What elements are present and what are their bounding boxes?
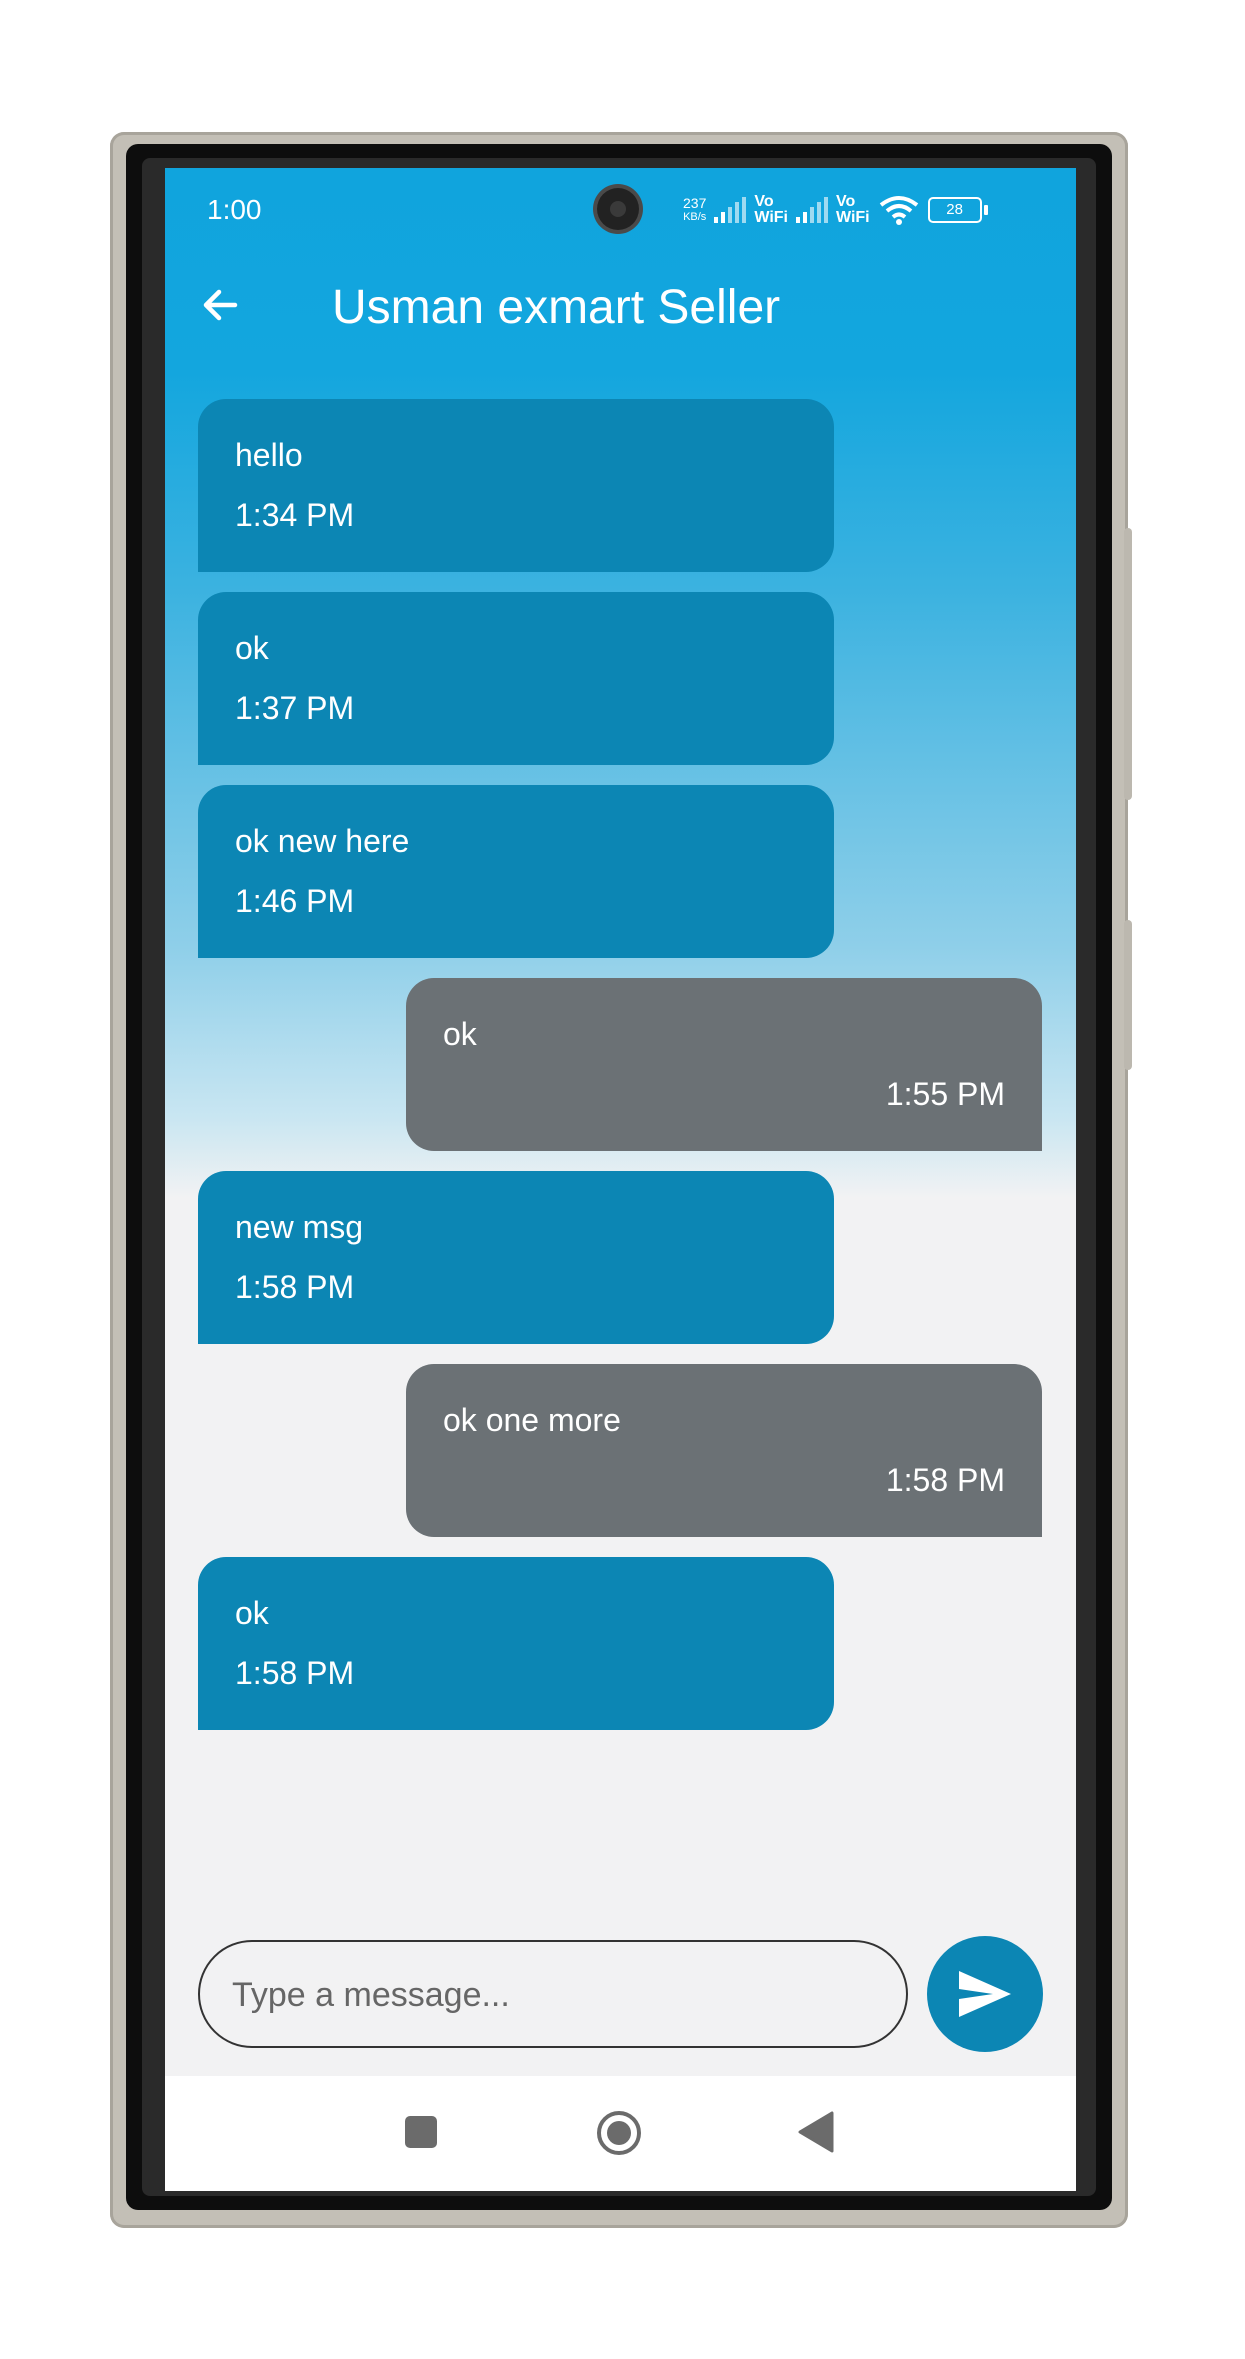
message-text: ok one more	[443, 1402, 621, 1438]
send-icon	[959, 1971, 1011, 2017]
message-bubble[interactable]: ok 1:55 PM	[406, 978, 1042, 1151]
message-time: 1:46 PM	[235, 883, 355, 919]
chat-title: Usman exmart Seller	[332, 281, 781, 334]
signal-icon-2	[795, 197, 828, 223]
message-bubble[interactable]: ok one more 1:58 PM	[406, 1364, 1042, 1537]
message-bubble[interactable]: ok 1:58 PM	[198, 1557, 834, 1730]
send-button[interactable]	[927, 1936, 1043, 2052]
message-bubble[interactable]: hello 1:34 PM	[198, 399, 834, 572]
message-input-container	[198, 1940, 908, 2048]
app-bar: Usman exmart Seller	[165, 250, 1076, 360]
message-text: ok new here	[235, 823, 410, 859]
network-speed-unit: KB/s	[683, 211, 707, 223]
message-time: 1:58 PM	[235, 1655, 355, 1691]
volume-button	[1124, 528, 1132, 800]
message-text: ok	[235, 1595, 269, 1631]
status-bar: 1:00 237 KB/s Vo WiFi Vo WiFi 28	[165, 168, 1076, 250]
signal-icon	[714, 197, 747, 223]
battery-icon: 28	[927, 197, 988, 223]
message-text: ok	[443, 1016, 477, 1052]
message-input[interactable]	[230, 1966, 874, 2024]
wifi-icon	[879, 196, 918, 225]
message-time: 1:55 PM	[885, 1076, 1005, 1112]
message-text: ok	[235, 630, 269, 666]
message-time: 1:34 PM	[235, 497, 355, 533]
message-bubble[interactable]: new msg 1:58 PM	[198, 1171, 834, 1344]
phone-screen: 1:00 237 KB/s Vo WiFi Vo WiFi 28 Usman e…	[165, 168, 1076, 2191]
message-time: 1:58 PM	[235, 1269, 355, 1305]
message-time: 1:58 PM	[885, 1462, 1005, 1498]
system-nav-bar	[165, 2076, 1076, 2191]
front-camera	[597, 188, 639, 230]
vowifi-label-2: Vo WiFi	[835, 193, 870, 226]
network-speed-value: 237	[683, 195, 707, 211]
status-icons: 237 KB/s Vo WiFi Vo WiFi 28	[683, 193, 988, 226]
power-button	[1124, 920, 1132, 1070]
vowifi-label: Vo WiFi	[754, 193, 788, 226]
message-bubble[interactable]: ok 1:37 PM	[198, 592, 834, 765]
network-speed: 237 KB/s	[683, 196, 706, 224]
triangle-back-icon[interactable]	[796, 2111, 836, 2153]
status-time: 1:00	[207, 194, 262, 225]
message-text: hello	[235, 437, 303, 473]
message-time: 1:37 PM	[235, 690, 355, 726]
circle-icon[interactable]	[595, 2109, 643, 2157]
arrow-left-icon[interactable]	[195, 280, 245, 330]
message-bubble[interactable]: ok new here 1:46 PM	[198, 785, 834, 958]
square-icon[interactable]	[403, 2114, 439, 2150]
message-text: new msg	[235, 1209, 364, 1245]
